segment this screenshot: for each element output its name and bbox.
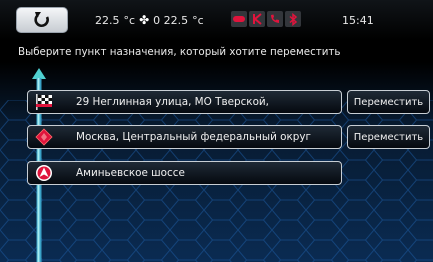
fan-icon: ✤ (139, 13, 150, 27)
phone-icon (267, 11, 283, 27)
destination-row-2[interactable]: Москва, Центральный федеральный округ (27, 125, 342, 149)
clock: 15:41 (342, 14, 374, 27)
status-bar: 22.5 °c ✤ 0 22.5 °c 15:41 (0, 0, 433, 40)
checkered-flag-icon (36, 94, 52, 110)
move-button-1[interactable]: Переместить (347, 90, 430, 114)
back-icon (34, 12, 49, 28)
temp-unit-right: °c (192, 14, 204, 27)
destination-row-3[interactable]: Аминьевское шоссе (27, 161, 342, 185)
move-button-2[interactable]: Переместить (347, 125, 430, 149)
back-button[interactable] (16, 7, 68, 33)
temp-left: 22.5 (95, 14, 120, 27)
start-position-icon (36, 165, 52, 181)
temp-unit-left: °c (123, 14, 136, 27)
destination-row-1[interactable]: 29 Неглинная улица, МО Тверской, (27, 90, 342, 114)
destination-label: 29 Неглинная улица, МО Тверской, (76, 96, 269, 108)
status-icons (231, 11, 301, 27)
red-diamond-waypoint-icon (35, 128, 53, 146)
destination-label: Москва, Центральный федеральный округ (76, 131, 311, 143)
destination-label: Аминьевское шоссе (76, 167, 185, 179)
climate-display: 22.5 °c ✤ 0 22.5 °c (95, 14, 204, 27)
infinity-icon (231, 11, 247, 27)
k-icon (249, 11, 265, 27)
navigation-screen: 22.5 °c ✤ 0 22.5 °c 15:41 Выберите пункт н… (0, 0, 433, 262)
bluetooth-icon (285, 11, 301, 27)
temp-right: 0 22.5 (153, 14, 189, 27)
instruction-text: Выберите пункт назначения, который хотит… (18, 46, 341, 58)
